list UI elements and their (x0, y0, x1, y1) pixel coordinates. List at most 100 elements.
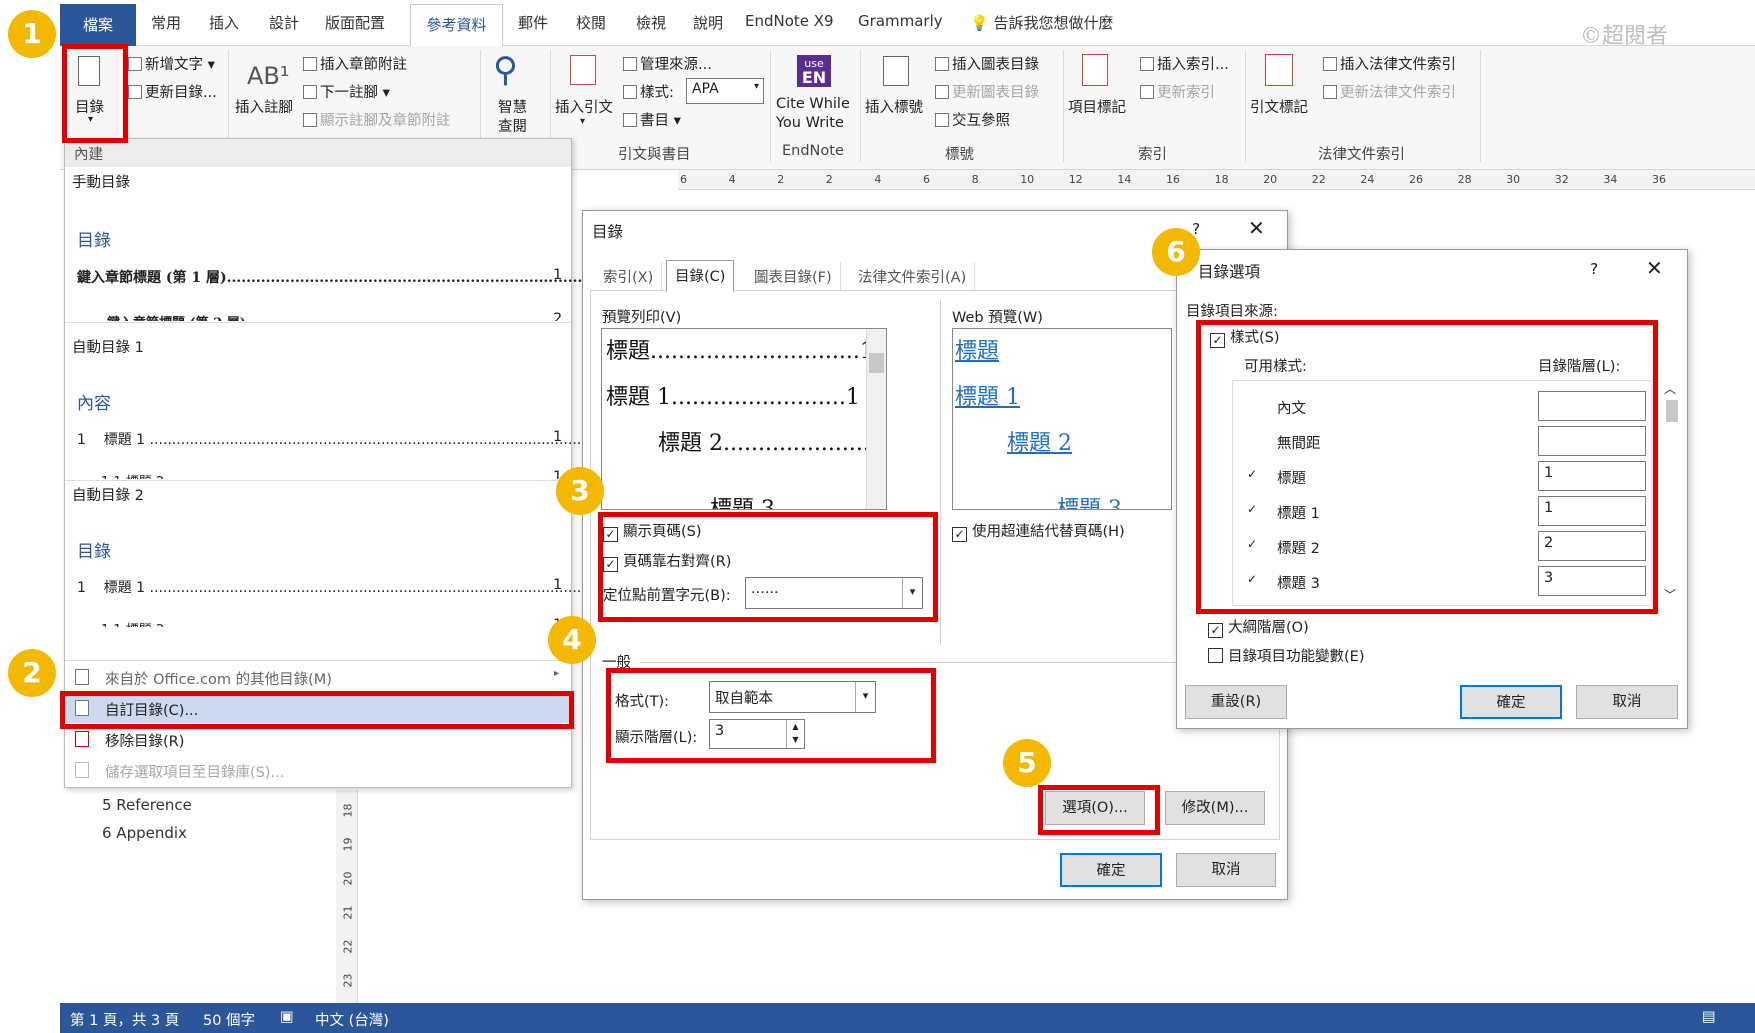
reset-button[interactable]: 重設(R) (1185, 685, 1287, 719)
cancel-button[interactable]: 取消 (1176, 853, 1276, 887)
tab-table-of-figures[interactable]: 圖表目錄(F) (746, 262, 841, 290)
close-icon[interactable]: ✕ (1248, 216, 1265, 240)
tab-design[interactable]: 設計 (269, 12, 299, 38)
insert-endnote-button[interactable]: 插入章節附註 (303, 53, 407, 74)
manage-sources-button[interactable]: 管理來源... (623, 53, 712, 74)
toc-dialog-title: 目錄 (592, 223, 624, 241)
tab-insert[interactable]: 插入 (209, 12, 239, 38)
scroll-thumb[interactable] (1666, 400, 1678, 422)
tab-table-of-authorities[interactable]: 法律文件索引(A) (850, 262, 976, 290)
table-entry-fields-checkbox[interactable]: 目錄項目功能變數(E) (1208, 645, 1364, 666)
insert-citation-button[interactable]: 插入引文 (555, 96, 613, 117)
tab-grammarly[interactable]: Grammarly (858, 12, 943, 38)
language[interactable]: 中文 (台灣) (315, 1009, 389, 1030)
options-cancel-button[interactable]: 取消 (1576, 685, 1678, 719)
mark-entry-button[interactable]: 項目標記 (1068, 96, 1126, 117)
tab-toc[interactable]: 目錄(C) (666, 260, 735, 292)
update-toa-icon (1323, 85, 1337, 99)
next-footnote-button[interactable]: 下一註腳 ▾ (303, 81, 390, 102)
insert-caption-button[interactable]: 插入標號 (865, 96, 923, 117)
nav-heading-reference[interactable]: 5 Reference (102, 796, 192, 814)
help-icon[interactable]: ? (1590, 260, 1598, 278)
tab-file[interactable]: 檔案 (60, 4, 136, 46)
tell-me-box[interactable]: 💡 告訴我您想做什麼 (970, 12, 1113, 38)
update-index-button[interactable]: 更新索引 (1140, 81, 1215, 102)
tab-help[interactable]: 說明 (693, 12, 723, 38)
read-mode-icon[interactable]: ▤ (1702, 1009, 1716, 1025)
update-toc-icon (128, 85, 142, 99)
gallery-auto2-line1[interactable]: 1 標題 1 .................................… (77, 577, 586, 597)
highlight-options-button (1038, 785, 1160, 835)
smart-lookup-button[interactable]: 智慧 (498, 96, 527, 117)
show-notes-button[interactable]: 顯示註腳及章節附註 (303, 109, 451, 130)
update-table-icon (935, 85, 949, 99)
chevron-down-icon[interactable]: ﹀ (1664, 586, 1676, 603)
smart-lookup-label: 查閱 (498, 119, 527, 135)
mark-citation-button[interactable]: 引文標記 (1250, 96, 1308, 117)
update-toc-button[interactable]: 更新目錄... (128, 81, 217, 102)
group-separator (860, 50, 861, 162)
vruler-mark: 20 (341, 871, 355, 886)
horizontal-ruler[interactable]: 6 4 2 2 4 6 8 10 12 14 16 18 20 22 24 26 28 30 32 34 36 (678, 170, 1755, 190)
modify-button[interactable]: 修改(M)... (1165, 791, 1265, 825)
insert-toa-button[interactable]: 插入法律文件索引 (1323, 53, 1456, 74)
update-toa-button[interactable]: 更新法律文件索引 (1323, 81, 1456, 102)
preview-scrollbar[interactable] (866, 329, 886, 509)
web-preview-heading: 標題 (955, 339, 1000, 364)
tab-mailings[interactable]: 郵件 (518, 12, 548, 38)
cross-reference-button[interactable]: 交互參照 (935, 109, 1010, 130)
endnote-group-label: EndNote (782, 143, 844, 159)
ruler-mark: 30 (1506, 173, 1521, 186)
group-separator (1480, 50, 1481, 162)
bibliography-button[interactable]: 書目 ▾ (623, 109, 681, 130)
update-table-button[interactable]: 更新圖表目錄 (935, 81, 1039, 102)
chevron-up-icon[interactable]: ︿ (1664, 380, 1676, 397)
tab-endnote[interactable]: EndNote X9 (745, 12, 834, 38)
nav-heading-appendix[interactable]: 6 Appendix (102, 824, 187, 842)
gallery-manual-title[interactable]: 目錄 (77, 226, 111, 251)
vruler-mark: 22 (341, 939, 355, 954)
ruler-mark: 2 (825, 173, 833, 186)
use-hyperlinks-checkbox[interactable]: ✓ 使用超連結代替頁碼(H) (952, 520, 1125, 542)
divider (940, 300, 941, 645)
toc-options-title: 目錄選項 (1198, 263, 1261, 281)
tab-home[interactable]: 常用 (151, 12, 181, 38)
step-badge-3: 3 (556, 467, 604, 515)
tab-references[interactable]: 參考資料 (410, 4, 503, 47)
add-text-button[interactable]: 新增文字 ▾ (128, 53, 215, 74)
endnote-icon (303, 57, 317, 71)
page-count[interactable]: 第 1 頁，共 3 頁 (70, 1009, 179, 1030)
step-badge-1: 1 (8, 10, 56, 58)
gallery-auto2-title[interactable]: 目錄 (77, 537, 111, 562)
gallery-auto1-line1[interactable]: 1 標題 1 .................................… (77, 429, 586, 449)
tab-review[interactable]: 校閱 (576, 12, 606, 38)
menu-save-to-gallery[interactable]: 儲存選取項目至目錄庫(S)... (65, 755, 571, 785)
remove-toc-icon (75, 731, 89, 747)
gallery-auto1-title[interactable]: 內容 (77, 389, 111, 414)
word-count[interactable]: 50 個字 (203, 1009, 255, 1030)
outline-levels-checkbox[interactable]: ✓ 大綱階層(O) (1208, 616, 1309, 638)
citation-style-select[interactable]: APA ▾ (686, 78, 764, 104)
tab-index[interactable]: 索引(X) (595, 262, 663, 290)
tab-layout[interactable]: 版面配置 (325, 12, 385, 38)
mark-entry-icon (1082, 54, 1108, 86)
styles-scrollbar[interactable]: ︿ ﹀ (1662, 380, 1682, 606)
insert-footnote-button[interactable]: 插入註腳 (235, 96, 293, 117)
tab-view[interactable]: 檢視 (636, 12, 666, 38)
captions-group-label: 標號 (945, 147, 974, 163)
insert-index-button[interactable]: 插入索引... (1140, 53, 1229, 74)
close-icon[interactable]: ✕ (1646, 256, 1663, 280)
options-ok-button[interactable]: 確定 (1460, 685, 1562, 719)
menu-more-toc-office[interactable]: 來自於 Office.com 的其他目錄(M) ▸ (65, 662, 571, 692)
step-badge-4: 4 (548, 616, 596, 664)
insert-table-of-figures-button[interactable]: 插入圖表目錄 (935, 53, 1039, 74)
toc-source-label: 目錄項目來源: (1186, 304, 1278, 320)
vruler-mark: 21 (341, 905, 355, 920)
proofing-icon[interactable]: ▣ (280, 1009, 294, 1025)
scroll-thumb[interactable] (869, 353, 884, 373)
insert-citation-icon (570, 55, 596, 85)
vertical-ruler[interactable]: 18192021222324 (336, 790, 358, 1022)
cite-while-you-write-button[interactable]: Cite While (776, 96, 850, 112)
ok-button[interactable]: 確定 (1060, 853, 1162, 887)
gallery-manual-line1[interactable]: 鍵入章節標題 (第 1 層)..........................… (77, 267, 656, 287)
